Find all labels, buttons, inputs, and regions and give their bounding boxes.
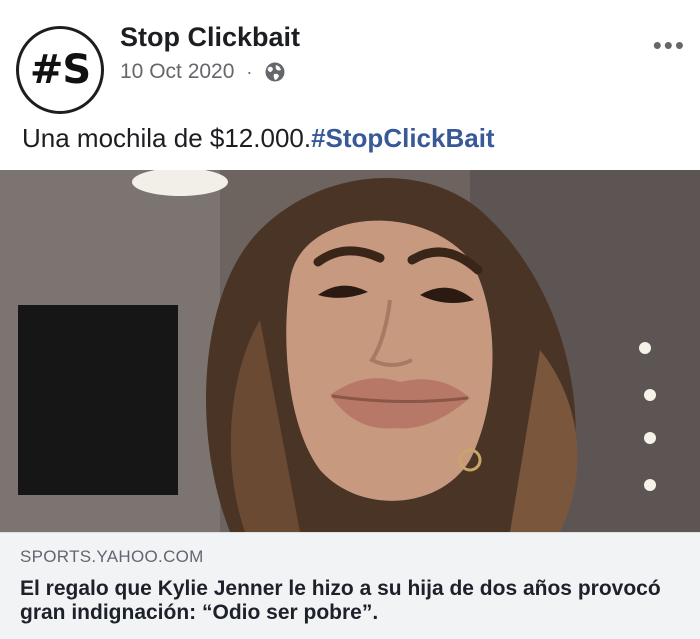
meta-separator: · <box>246 61 253 82</box>
avatar-logo-text: #S <box>29 47 91 93</box>
link-domain: SPORTS.YAHOO.COM <box>20 547 204 566</box>
post-body-text: Una mochila de $12.000. <box>22 123 312 153</box>
more-options-icon[interactable]: ••• <box>653 30 686 61</box>
post-text: Una mochila de $12.000.#StopClickBait <box>22 123 495 154</box>
hashtag-link[interactable]: #StopClickBait <box>311 123 495 153</box>
page-avatar[interactable]: #S <box>16 26 104 114</box>
link-headline[interactable]: El regalo que Kylie Jenner le hizo a su … <box>20 577 690 625</box>
post-photo[interactable] <box>0 170 700 532</box>
post-date[interactable]: 10 Oct 2020 <box>120 60 234 84</box>
post-meta: 10 Oct 2020 · <box>120 60 286 84</box>
facebook-post: #S Stop Clickbait 10 Oct 2020 · ••• Una … <box>0 0 700 639</box>
page-name-link[interactable]: Stop Clickbait <box>120 22 300 53</box>
link-preview-card[interactable]: SPORTS.YAHOO.COM El regalo que Kylie Jen… <box>0 532 700 639</box>
globe-icon <box>264 61 286 83</box>
